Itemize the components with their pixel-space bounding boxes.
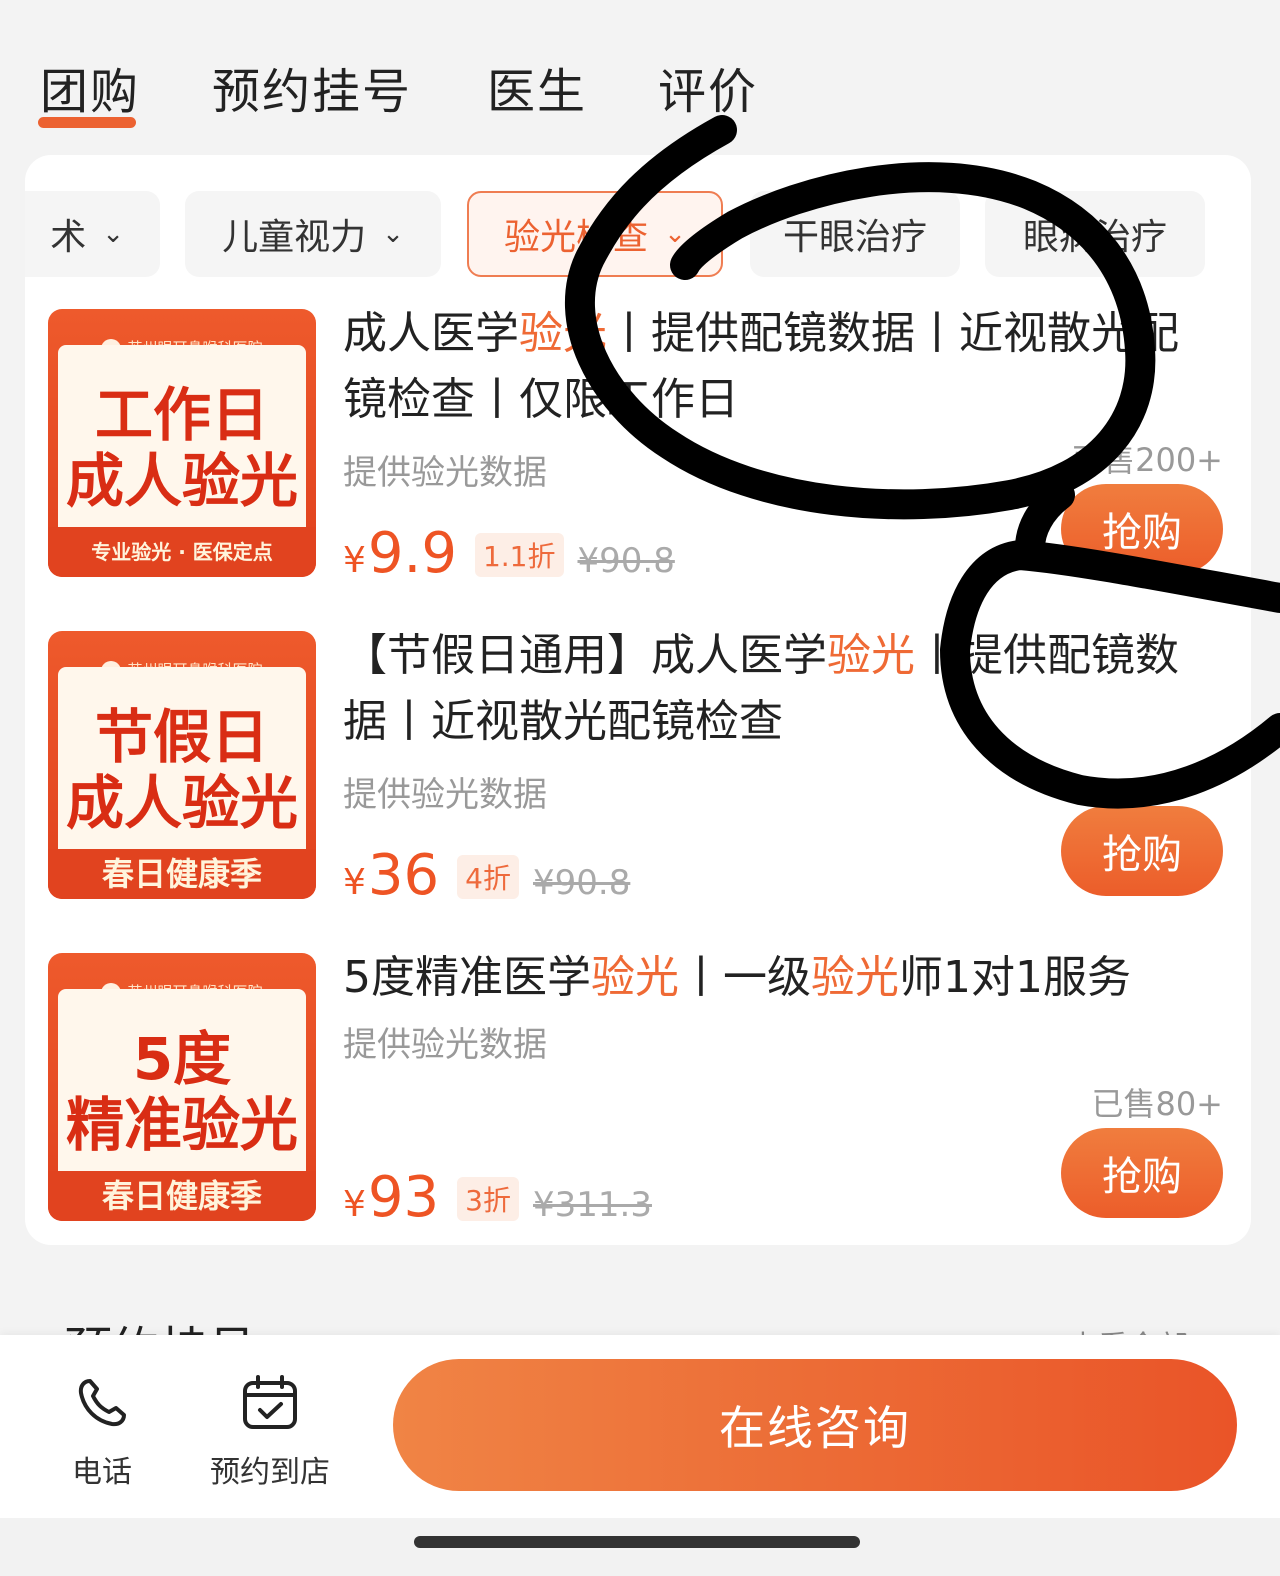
product-title: 5度精准医学验光丨一级验光师1对1服务 (343, 952, 1131, 1003)
discount-badge: 3折 (457, 1177, 519, 1221)
product-thumbnail: 苏州眼耳鼻喉科医院 节假日 成人验光 春日健康季 (48, 631, 316, 899)
active-tab-indicator (38, 117, 136, 128)
chip-refraction-check[interactable]: 验光检查 ⌄ (467, 191, 723, 277)
product-thumbnail: 苏州眼耳鼻喉科医院 工作日 成人验光 专业验光 · 医保定点 (48, 309, 316, 577)
group-buy-card: 术⌄ 儿童视力⌄ 验光检查⌄ 干眼治疗 眼病治疗 苏州眼耳鼻喉科医院 工作日 成… (25, 155, 1251, 1245)
product-subtitle: 提供验光数据 (343, 453, 547, 493)
thumbnail-band: 春日健康季 (48, 849, 316, 899)
product-subtitle: 提供验光数据 (343, 1025, 547, 1065)
calendar-check-icon (243, 1375, 297, 1429)
buy-button[interactable]: 抢购 (1061, 1128, 1223, 1218)
product-title: 【节假日通用】成人医学验光丨提供配镜数据丨近视散光配镜检查 (343, 630, 1179, 747)
book-visit-label: 预约到店 (210, 1455, 330, 1490)
tab-doctor[interactable]: 医生 (487, 52, 587, 122)
thumbnail-line1: 5度 (132, 1025, 232, 1093)
chevron-down-icon: ⌄ (664, 219, 686, 249)
price-value: 36 (367, 843, 440, 908)
thumbnail-line2: 成人验光 (65, 447, 298, 515)
phone-icon (78, 1379, 126, 1427)
home-indicator[interactable] (414, 1536, 860, 1548)
currency-symbol: ¥ (343, 862, 366, 903)
tab-group-buy[interactable]: 团购 (40, 52, 140, 122)
product-item[interactable]: 苏州眼耳鼻喉科医院 工作日 成人验光 专业验光 · 医保定点 成人医学验光丨提供… (25, 308, 1251, 586)
product-title: 成人医学验光丨提供配镜数据丨近视散光配镜检查丨仅限工作日 (343, 308, 1179, 425)
product-subtitle: 提供验光数据 (343, 775, 547, 815)
book-visit-button[interactable]: 预约到店 (200, 1335, 340, 1535)
product-item[interactable]: 苏州眼耳鼻喉科医院 5度 精准验光 春日健康季 5度精准医学验光丨一级验光师1对… (25, 952, 1251, 1230)
chevron-down-icon: ⌄ (102, 219, 124, 249)
category-chips[interactable]: 术 ⌄ 儿童视力 ⌄ 验光检查 ⌄ 干眼治疗 眼病治疗 (25, 191, 1251, 281)
tab-reviews[interactable]: 评价 (658, 52, 758, 122)
thumbnail-line2: 精准验光 (65, 1091, 298, 1159)
currency-symbol: ¥ (343, 540, 366, 581)
chip-dry-eye[interactable]: 干眼治疗 (750, 191, 960, 277)
discount-badge: 4折 (457, 855, 519, 899)
sold-count: 已售80+ (1091, 1085, 1223, 1123)
top-tabs: 团购 预约挂号 医生 评价 (0, 0, 1280, 150)
product-thumbnail: 苏州眼耳鼻喉科医院 5度 精准验光 春日健康季 (48, 953, 316, 1221)
chip-eye-disease[interactable]: 眼病治疗 (985, 191, 1205, 277)
phone-button[interactable]: 电话 (60, 1335, 144, 1535)
sold-count: 已售200+ (1071, 441, 1223, 479)
tab-appointment[interactable]: 预约挂号 (212, 52, 412, 122)
chip-children-vision[interactable]: 儿童视力 ⌄ (185, 191, 441, 277)
price-value: 9.9 (367, 521, 457, 586)
original-price: ¥90.8 (533, 863, 631, 903)
price-row: ¥ 36 4折 ¥90.8 (343, 843, 630, 908)
thumbnail-line2: 成人验光 (65, 769, 298, 837)
price-value: 93 (367, 1165, 440, 1230)
chip-label: 儿童视力 (222, 217, 367, 258)
currency-symbol: ¥ (343, 1184, 366, 1225)
original-price: ¥90.8 (577, 541, 675, 581)
buy-button[interactable]: 抢购 (1061, 806, 1223, 896)
thumbnail-band: 春日健康季 (48, 1171, 316, 1221)
chip-surgery[interactable]: 术 ⌄ (25, 191, 160, 277)
chip-label: 验光检查 (504, 217, 649, 258)
chevron-down-icon: ⌄ (382, 219, 404, 249)
chip-label: 眼病治疗 (1022, 217, 1167, 258)
thumbnail-line1: 节假日 (94, 703, 269, 771)
discount-badge: 1.1折 (474, 533, 564, 577)
price-row: ¥ 9.9 1.1折 ¥90.8 (343, 521, 675, 586)
price-row: ¥ 93 3折 ¥311.3 (343, 1165, 652, 1230)
online-consult-button[interactable]: 在线咨询 (393, 1359, 1237, 1491)
chip-label: 术 (50, 217, 87, 258)
product-item[interactable]: 苏州眼耳鼻喉科医院 节假日 成人验光 春日健康季 【节假日通用】成人医学验光丨提… (25, 630, 1251, 908)
original-price: ¥311.3 (533, 1185, 652, 1225)
chip-label: 干眼治疗 (782, 217, 927, 258)
buy-button[interactable]: 抢购 (1061, 484, 1223, 574)
thumbnail-line1: 工作日 (94, 381, 269, 449)
thumbnail-band: 专业验光 · 医保定点 (48, 527, 316, 577)
phone-label: 电话 (72, 1455, 132, 1490)
